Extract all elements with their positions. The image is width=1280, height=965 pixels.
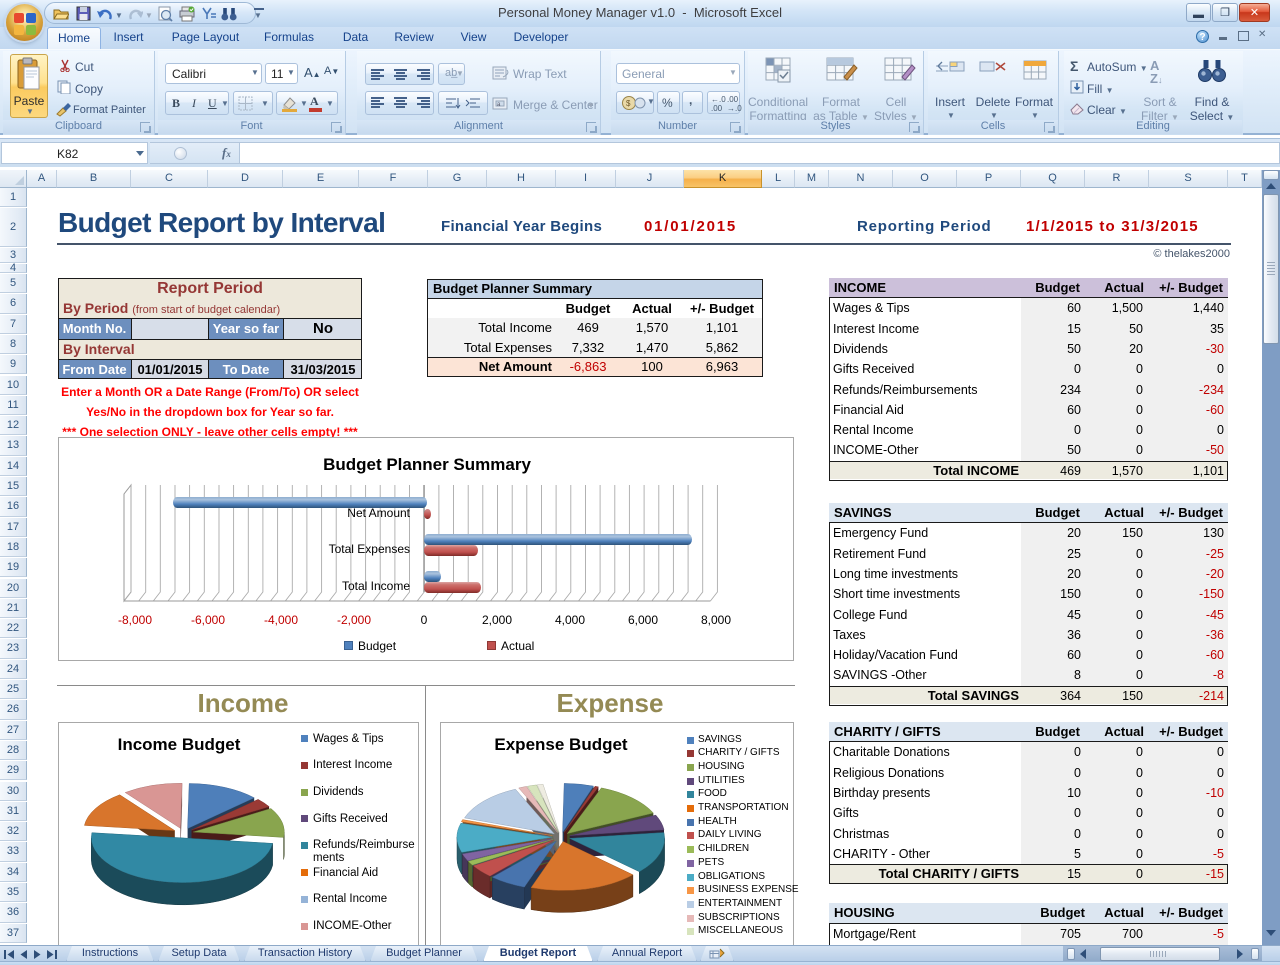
svg-text:$: $ <box>626 99 631 108</box>
